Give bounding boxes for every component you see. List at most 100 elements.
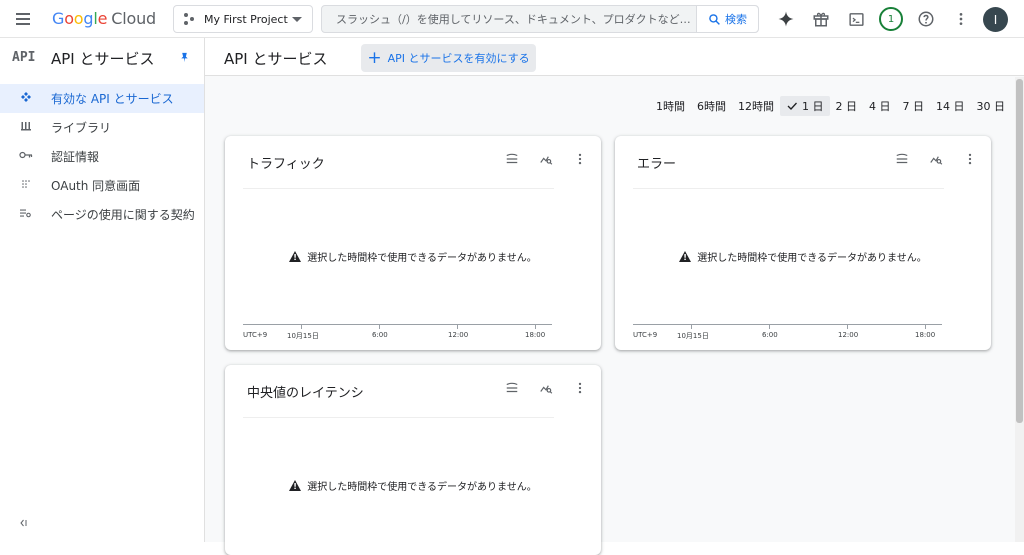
google-cloud-logo[interactable]: Google Cloud bbox=[52, 9, 156, 28]
explore-chart-icon[interactable] bbox=[539, 152, 553, 166]
empty-state-message: 選択した時間枠で使用できるデータがありません。 bbox=[697, 253, 927, 264]
warning-icon bbox=[679, 251, 692, 262]
enabled-apis-icon bbox=[0, 91, 51, 106]
time-range-2d[interactable]: 2 日 bbox=[830, 96, 864, 116]
traffic-card: トラフィック 選択した時間枠で使用できるデータがありません。 UTC+9 10月… bbox=[225, 136, 601, 350]
warning-icon bbox=[289, 251, 302, 262]
time-range-14d[interactable]: 14 日 bbox=[930, 96, 971, 116]
more-vert-icon[interactable] bbox=[573, 152, 587, 166]
page-header: API とサービス + API とサービスを有効にする bbox=[205, 38, 1024, 76]
sidebar-title: API とサービス bbox=[51, 50, 155, 68]
help-icon[interactable] bbox=[915, 8, 937, 30]
card-title: トラフィック bbox=[247, 157, 325, 172]
top-bar: GoogleCloud My First Project 検索 1 I bbox=[0, 0, 1024, 38]
more-vert-icon[interactable] bbox=[963, 152, 977, 166]
sidebar-item-enabled-apis[interactable]: 有効な API とサービス bbox=[0, 84, 204, 113]
explore-chart-icon[interactable] bbox=[929, 152, 943, 166]
axis-tick bbox=[535, 325, 536, 329]
page-settings-icon bbox=[0, 207, 51, 222]
axis-label: 10月15日 bbox=[287, 332, 319, 340]
empty-state: 選択した時間枠で使用できるデータがありません。 bbox=[225, 478, 601, 493]
collapse-sidebar-icon[interactable] bbox=[19, 518, 29, 531]
axis-tick bbox=[847, 325, 848, 329]
pin-icon[interactable] bbox=[179, 51, 190, 67]
time-range-label: 1 日 bbox=[802, 100, 824, 113]
sidebar-item-library[interactable]: ライブラリ bbox=[0, 113, 204, 142]
latency-card: 中央値のレイテンシ 選択した時間枠で使用できるデータがありません。 bbox=[225, 365, 601, 555]
project-selector[interactable]: My First Project bbox=[173, 5, 313, 33]
axis-label: 18:00 bbox=[915, 331, 936, 339]
sidebar: API API とサービス 有効な API とサービス ライブラリ 認証情報 O… bbox=[0, 38, 205, 542]
axis-label: 6:00 bbox=[372, 331, 388, 339]
key-icon bbox=[0, 149, 51, 164]
divider bbox=[243, 417, 554, 418]
time-range-4d[interactable]: 4 日 bbox=[863, 96, 897, 116]
x-axis bbox=[633, 324, 942, 325]
api-logo: API bbox=[12, 50, 36, 65]
card-title: 中央値のレイテンシ bbox=[247, 386, 364, 401]
divider bbox=[243, 188, 554, 189]
legend-icon[interactable] bbox=[895, 152, 909, 166]
time-range-12h[interactable]: 12時間 bbox=[732, 96, 780, 116]
legend-icon[interactable] bbox=[505, 152, 519, 166]
sidebar-item-label: 有効な API とサービス bbox=[51, 92, 174, 106]
explore-chart-icon[interactable] bbox=[539, 381, 553, 395]
axis-tick bbox=[691, 325, 692, 329]
time-range-1h[interactable]: 1時間 bbox=[650, 96, 691, 116]
time-range-7d[interactable]: 7 日 bbox=[897, 96, 931, 116]
enable-apis-label: API とサービスを有効にする bbox=[387, 52, 530, 65]
page-title: API とサービス bbox=[224, 50, 328, 68]
empty-state: 選択した時間枠で使用できるデータがありません。 bbox=[615, 249, 991, 264]
empty-state-message: 選択した時間枠で使用できるデータがありません。 bbox=[307, 253, 537, 264]
card-actions bbox=[895, 152, 977, 166]
card-actions bbox=[505, 381, 587, 395]
search-input[interactable] bbox=[322, 6, 698, 32]
notification-badge[interactable]: 1 bbox=[879, 7, 903, 31]
more-vert-icon[interactable] bbox=[573, 381, 587, 395]
avatar[interactable]: I bbox=[983, 7, 1008, 32]
sidebar-header: API API とサービス bbox=[0, 38, 205, 78]
time-range-30d[interactable]: 30 日 bbox=[971, 96, 1012, 116]
axis-tick bbox=[769, 325, 770, 329]
time-range-selector: 1時間 6時間 12時間 1 日 2 日 4 日 7 日 14 日 30 日 bbox=[650, 96, 1011, 116]
gift-icon[interactable] bbox=[810, 8, 832, 30]
search-button-label: 検索 bbox=[725, 13, 747, 26]
axis-label: 12:00 bbox=[838, 331, 859, 339]
sidebar-item-label: ページの使用に関する契約 bbox=[51, 208, 195, 222]
scrollbar-thumb[interactable] bbox=[1016, 79, 1023, 423]
legend-icon[interactable] bbox=[505, 381, 519, 395]
cloud-shell-icon[interactable] bbox=[845, 8, 867, 30]
card-actions bbox=[505, 152, 587, 166]
sidebar-item-page-usage[interactable]: ページの使用に関する契約 bbox=[0, 200, 204, 229]
plus-icon: + bbox=[367, 47, 382, 68]
axis-label: 10月15日 bbox=[677, 332, 709, 340]
x-axis bbox=[243, 324, 552, 325]
check-icon bbox=[787, 102, 797, 110]
axis-label: 6:00 bbox=[762, 331, 778, 339]
sidebar-item-label: OAuth 同意画面 bbox=[51, 179, 141, 193]
search-button[interactable]: 検索 bbox=[696, 6, 758, 32]
scrollbar[interactable] bbox=[1015, 77, 1024, 542]
library-icon bbox=[0, 120, 51, 135]
axis-tick bbox=[457, 325, 458, 329]
time-range-1d[interactable]: 1 日 bbox=[780, 96, 830, 116]
chevron-down-icon bbox=[292, 16, 302, 22]
menu-icon[interactable] bbox=[12, 8, 34, 30]
gemini-icon[interactable] bbox=[775, 8, 797, 30]
project-icon bbox=[184, 13, 196, 25]
axis-label: UTC+9 bbox=[633, 331, 658, 339]
search-bar: 検索 bbox=[321, 5, 759, 33]
axis-label: 18:00 bbox=[525, 331, 546, 339]
project-name: My First Project bbox=[204, 12, 288, 26]
sidebar-item-credentials[interactable]: 認証情報 bbox=[0, 142, 204, 171]
axis-tick bbox=[925, 325, 926, 329]
warning-icon bbox=[289, 480, 302, 491]
axis-tick bbox=[301, 325, 302, 329]
empty-state: 選択した時間枠で使用できるデータがありません。 bbox=[225, 249, 601, 264]
card-title: エラー bbox=[637, 157, 677, 172]
more-vert-icon[interactable] bbox=[950, 8, 972, 30]
axis-label: 12:00 bbox=[448, 331, 469, 339]
time-range-6h[interactable]: 6時間 bbox=[691, 96, 732, 116]
sidebar-item-oauth[interactable]: OAuth 同意画面 bbox=[0, 171, 204, 200]
enable-apis-button[interactable]: + API とサービスを有効にする bbox=[361, 44, 536, 72]
